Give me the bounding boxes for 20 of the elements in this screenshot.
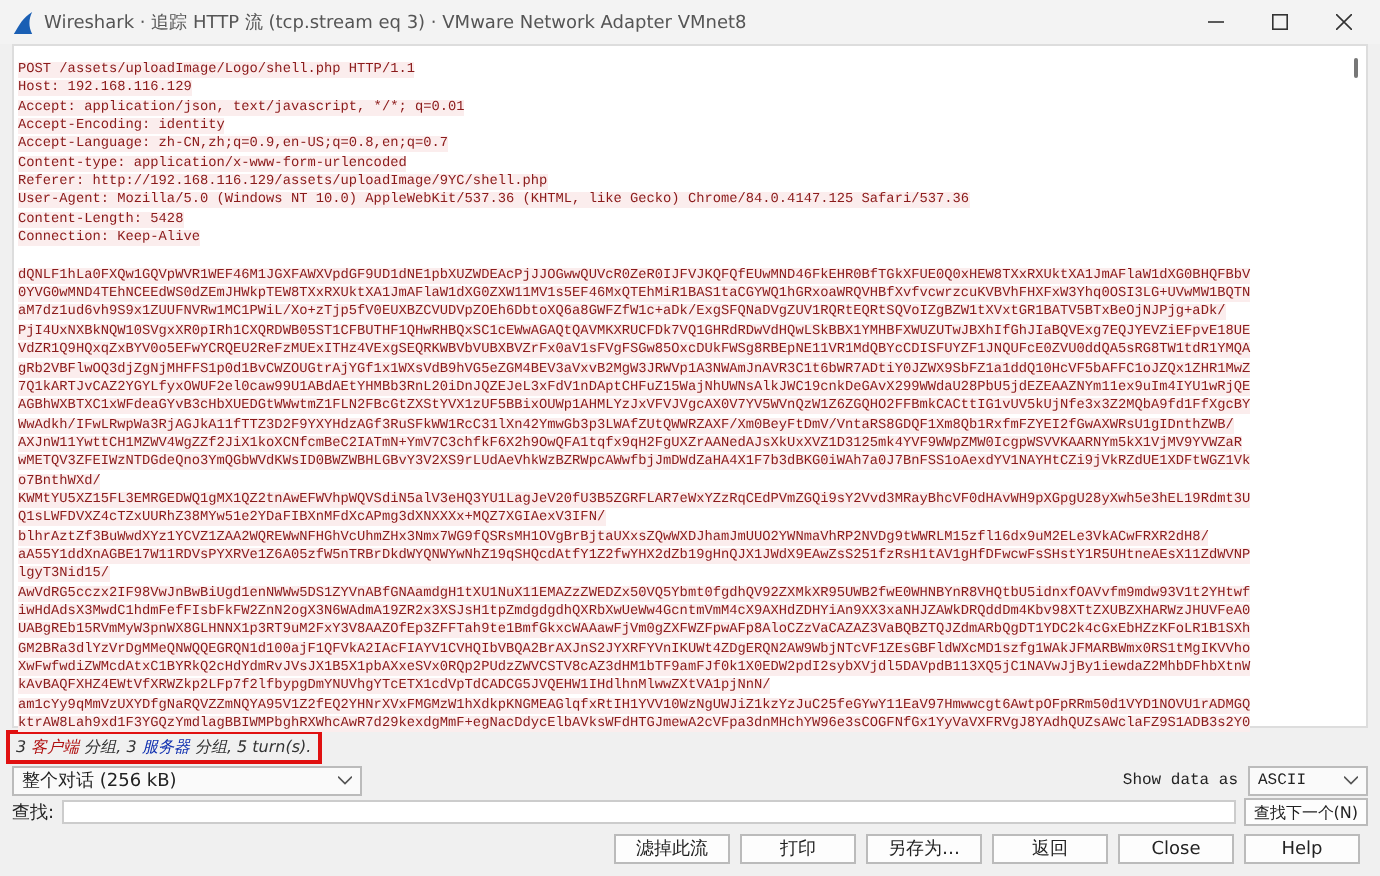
dialog-button[interactable]: 打印: [740, 834, 856, 864]
close-icon[interactable]: [1336, 14, 1352, 30]
dialog-button[interactable]: 另存为…: [866, 834, 982, 864]
find-next-button[interactable]: 查找下一个(N): [1243, 798, 1368, 826]
scrollbar-thumb[interactable]: [1354, 58, 1358, 78]
caret-icon: [1344, 775, 1358, 785]
maximize-icon[interactable]: [1272, 14, 1288, 30]
show-data-label: Show data as: [1122, 771, 1238, 789]
dialog-button[interactable]: 返回: [992, 834, 1108, 864]
stream-summary: 3 客户端 分组, 3 服务器 分组, 5 turn(s).: [16, 735, 312, 757]
window-title: Wireshark · 追踪 HTTP 流 (tcp.stream eq 3) · VMware Network Adapter VMnet8: [44, 11, 747, 35]
shark-fin-icon: [12, 9, 34, 35]
dialog-button[interactable]: 滤掉此流: [614, 834, 730, 864]
find-field[interactable]: [62, 800, 1236, 824]
find-label: 查找:: [12, 801, 55, 825]
dialog-button[interactable]: Close: [1118, 834, 1234, 864]
conversation-dropdown[interactable]: 整个对话 (256 kB): [12, 765, 362, 795]
dialog-button[interactable]: Help: [1244, 834, 1360, 864]
encoding-dropdown[interactable]: ASCII: [1248, 765, 1368, 795]
caret-icon: [338, 775, 352, 785]
